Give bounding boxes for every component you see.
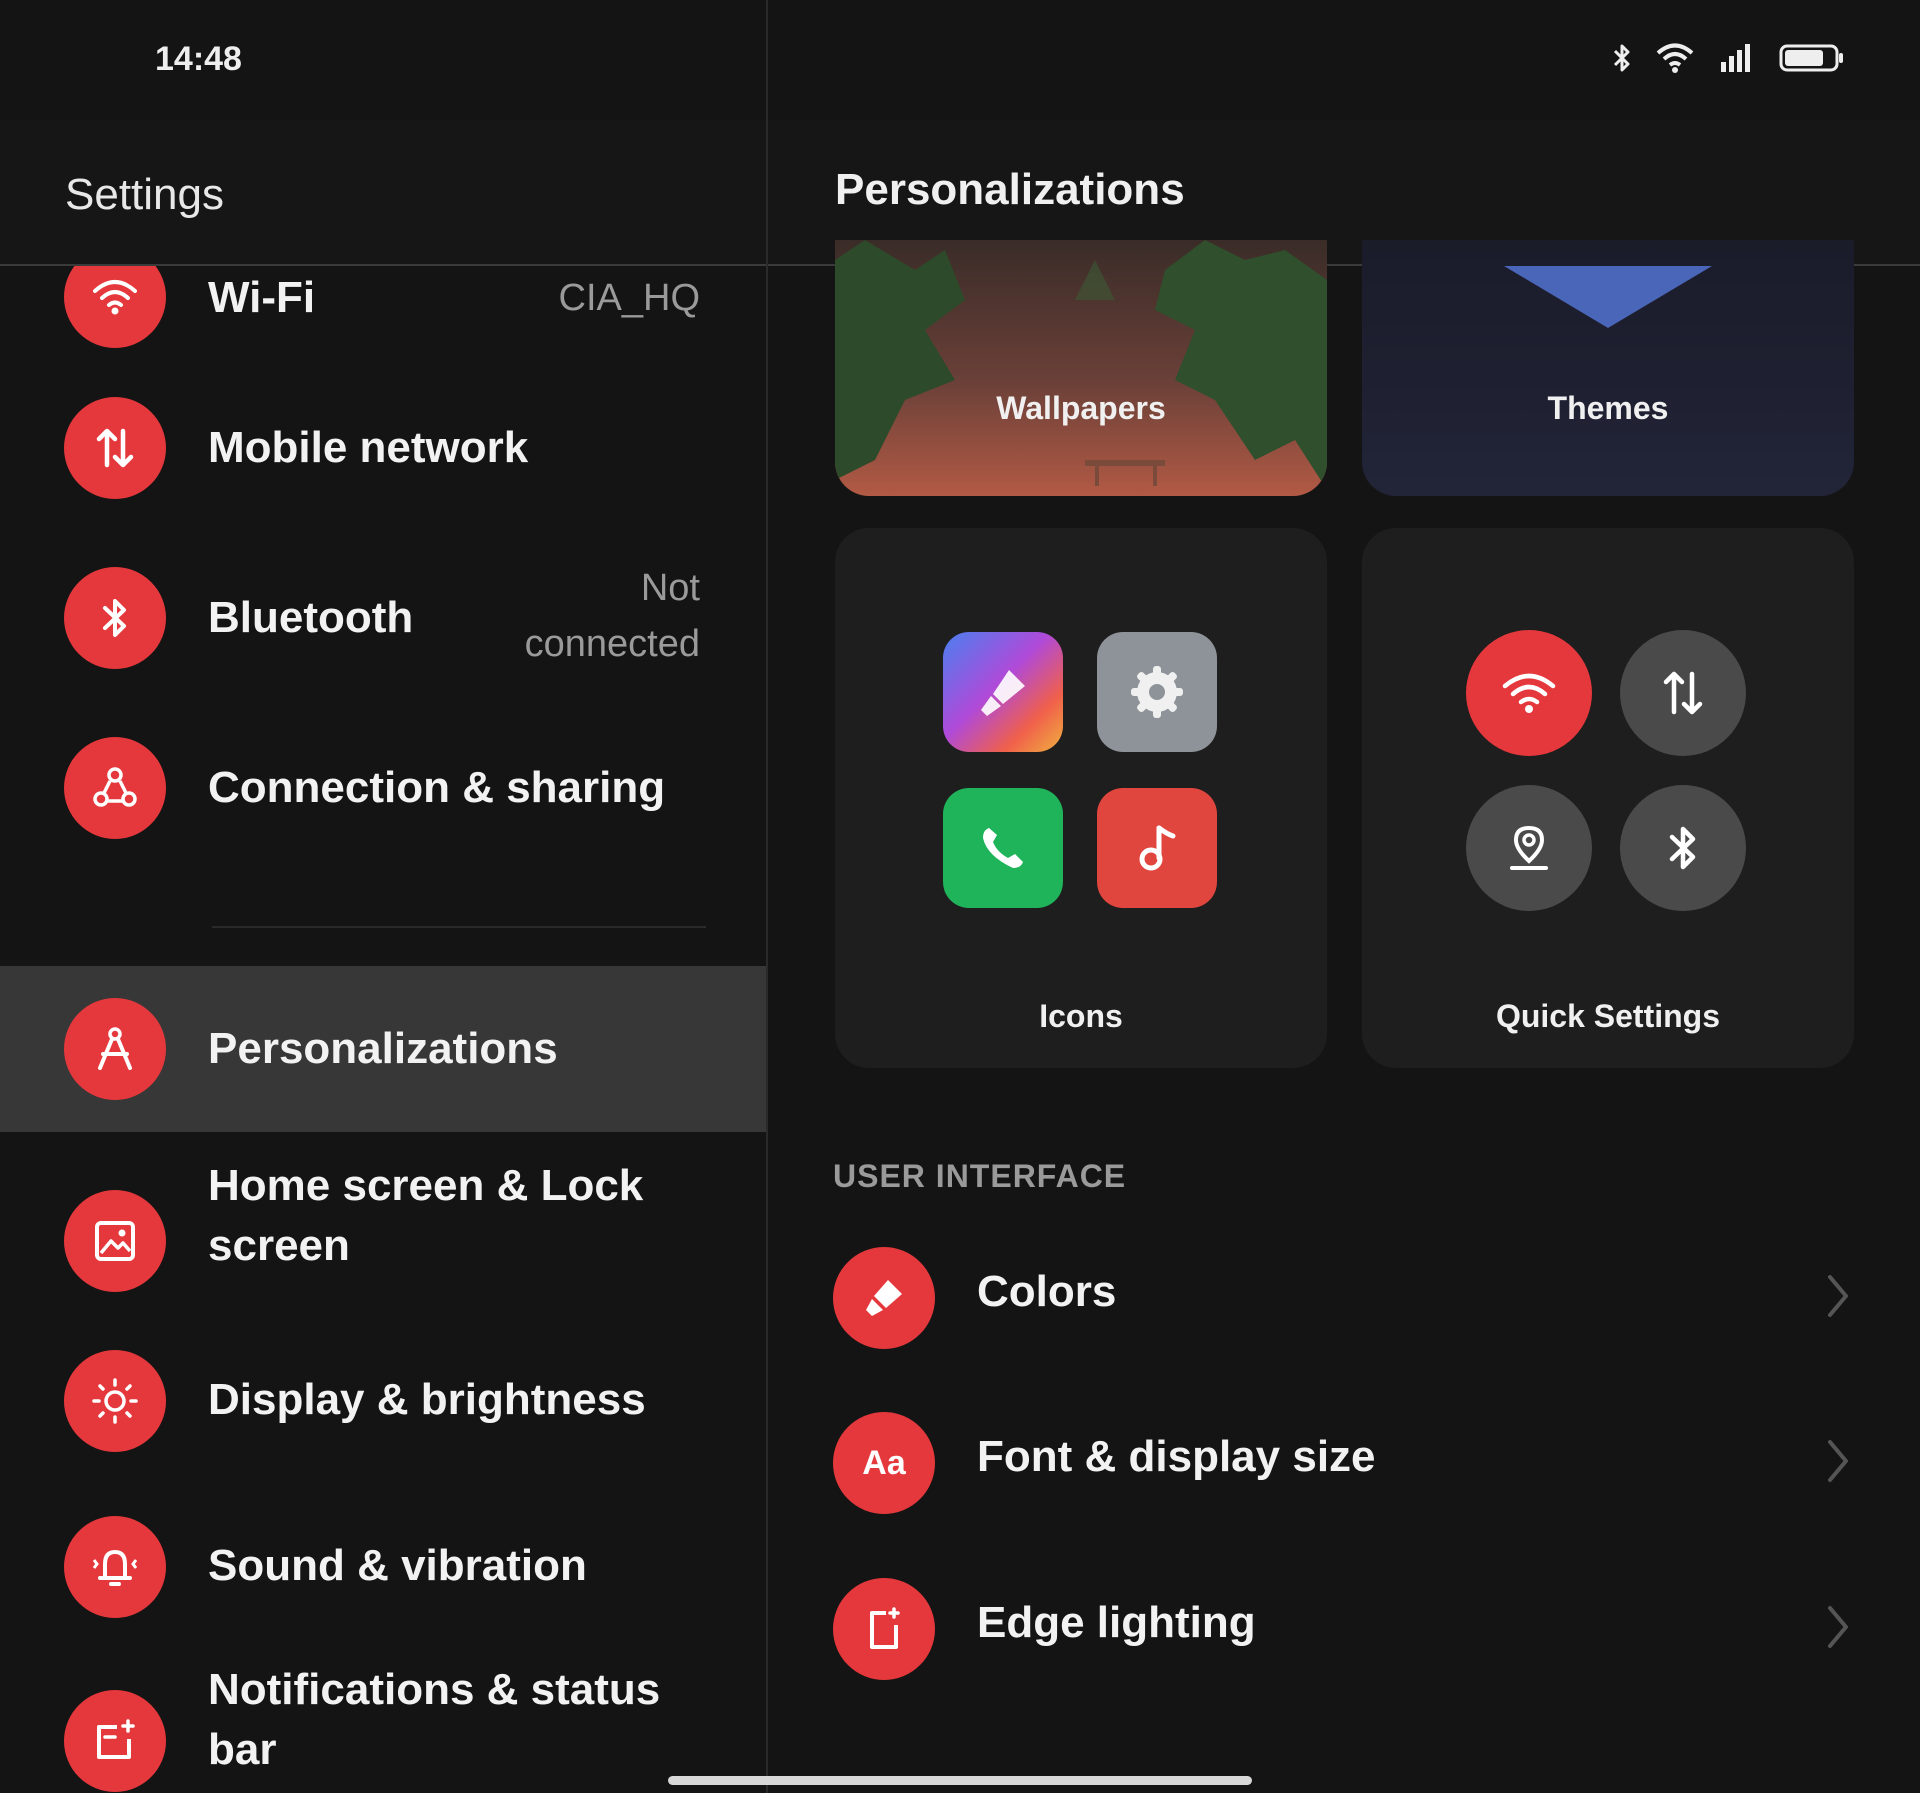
settings-item-sound-vibration[interactable]: Sound & vibration bbox=[0, 1498, 766, 1638]
settings-item-display-brightness[interactable]: Display & brightness bbox=[0, 1332, 766, 1472]
settings-list[interactable]: Wi-Fi CIA_HQ Mobile network Bluetooth No… bbox=[0, 266, 766, 1793]
bluetooth-icon bbox=[1620, 785, 1746, 911]
edge-lighting-item[interactable]: Edge lighting bbox=[768, 1554, 1920, 1704]
music-app-icon bbox=[1097, 788, 1217, 908]
bluetooth-icon bbox=[64, 567, 166, 669]
settings-item-mobile-network[interactable]: Mobile network bbox=[0, 378, 766, 518]
notification-icon bbox=[64, 1690, 166, 1792]
settings-item-label-line1: Notifications & status bbox=[208, 1665, 661, 1714]
edge-lighting-label: Edge lighting bbox=[977, 1598, 1256, 1647]
settings-item-label: Mobile network bbox=[208, 423, 529, 472]
bluetooth-status-line1: Not bbox=[640, 567, 700, 609]
settings-app-icon bbox=[1097, 632, 1217, 752]
quick-settings-label: Quick Settings bbox=[1495, 998, 1721, 1034]
settings-item-label: Bluetooth bbox=[208, 593, 414, 642]
settings-item-notifications-status-bar[interactable]: Notifications & status bar bbox=[0, 1660, 766, 1793]
status-time: 14:48 bbox=[155, 40, 242, 78]
edge-lighting-icon bbox=[833, 1578, 935, 1680]
settings-item-label-line2: screen bbox=[208, 1221, 350, 1270]
settings-item-bluetooth[interactable]: Bluetooth Not connected bbox=[0, 548, 766, 688]
settings-item-label: Sound & vibration bbox=[208, 1541, 587, 1590]
icons-label: Icons bbox=[1039, 998, 1123, 1034]
status-bar: 14:48 bbox=[0, 0, 1920, 120]
bell-icon bbox=[64, 1516, 166, 1618]
settings-item-label: Personalizations bbox=[208, 1024, 558, 1073]
wifi-icon bbox=[64, 266, 166, 348]
icons-card[interactable]: Icons bbox=[835, 528, 1327, 1068]
settings-item-label-line2: bar bbox=[208, 1725, 277, 1774]
colors-label: Colors bbox=[977, 1267, 1117, 1316]
font-display-size-label: Font & display size bbox=[977, 1432, 1376, 1481]
share-icon bbox=[64, 737, 166, 839]
settings-header: Settings bbox=[0, 120, 766, 265]
section-header-user-interface: USER INTERFACE bbox=[833, 1158, 1127, 1194]
battery-icon bbox=[1779, 42, 1845, 74]
font-display-size-item[interactable]: Aa Font & display size bbox=[768, 1388, 1920, 1538]
settings-item-label: Connection & sharing bbox=[208, 763, 666, 812]
mobile-data-icon bbox=[64, 397, 166, 499]
status-icons bbox=[1611, 42, 1845, 74]
themes-label: Themes bbox=[1547, 390, 1669, 426]
chevron-right-icon bbox=[1824, 1273, 1852, 1324]
home-indicator[interactable] bbox=[668, 1776, 1252, 1785]
chevron-right-icon bbox=[1824, 1604, 1852, 1655]
theme-store-app-icon bbox=[943, 632, 1063, 752]
theme-preview-image bbox=[1504, 266, 1712, 328]
sun-icon bbox=[64, 1350, 166, 1452]
page-title: Settings bbox=[65, 170, 224, 219]
location-icon bbox=[1466, 785, 1592, 911]
settings-item-label: Wi-Fi bbox=[208, 273, 316, 322]
section-divider bbox=[212, 926, 706, 928]
settings-item-label: Display & brightness bbox=[208, 1375, 646, 1424]
font-icon: Aa bbox=[833, 1412, 935, 1514]
settings-item-label-line1: Home screen & Lock bbox=[208, 1161, 644, 1210]
phone-app-icon bbox=[943, 788, 1063, 908]
wallpaper-preview-image bbox=[835, 240, 1327, 490]
picture-icon bbox=[64, 1190, 166, 1292]
bluetooth-status-line2: connected bbox=[524, 623, 700, 665]
font-icon-glyph: Aa bbox=[862, 1443, 906, 1482]
bluetooth-icon bbox=[1611, 42, 1633, 74]
cellular-signal-icon bbox=[1717, 42, 1757, 74]
wifi-icon bbox=[1655, 42, 1695, 74]
wallpapers-card[interactable]: Wallpapers bbox=[835, 240, 1327, 496]
settings-item-home-lock-screen[interactable]: Home screen & Lock screen bbox=[0, 1156, 766, 1326]
wifi-icon bbox=[1466, 630, 1592, 756]
mobile-data-icon bbox=[1620, 630, 1746, 756]
quick-settings-card[interactable]: Quick Settings bbox=[1362, 528, 1854, 1068]
settings-item-connection-sharing[interactable]: Connection & sharing bbox=[0, 718, 766, 858]
wifi-network-name: CIA_HQ bbox=[558, 277, 700, 319]
settings-item-personalizations[interactable]: Personalizations bbox=[0, 966, 766, 1132]
brush-icon bbox=[833, 1247, 935, 1349]
themes-card[interactable]: Themes bbox=[1362, 240, 1854, 496]
detail-title: Personalizations bbox=[835, 165, 1185, 214]
settings-item-wifi[interactable]: Wi-Fi CIA_HQ bbox=[0, 266, 766, 362]
wallpapers-label: Wallpapers bbox=[996, 390, 1166, 426]
compass-icon bbox=[64, 998, 166, 1100]
chevron-right-icon bbox=[1824, 1438, 1852, 1489]
colors-item[interactable]: Colors bbox=[768, 1223, 1920, 1373]
